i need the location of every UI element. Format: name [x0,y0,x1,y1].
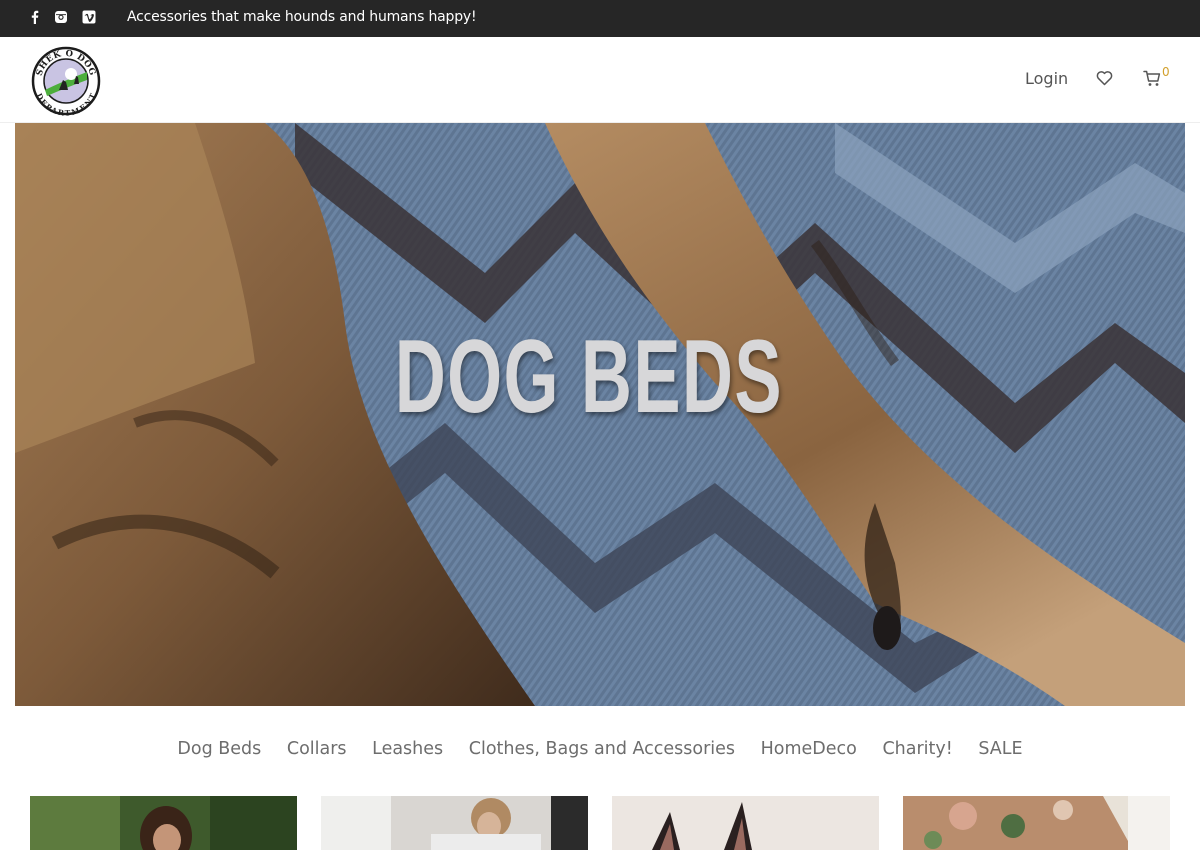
tagline: Accessories that make hounds and humans … [127,9,477,25]
login-link[interactable]: Login [1025,69,1068,88]
category-nav: Dog Beds Collars Leashes Clothes, Bags a… [0,739,1200,759]
category-sale[interactable]: SALE [978,739,1022,759]
hero-banner[interactable]: DOG BEDS [15,123,1185,706]
floral-cushion-photo [903,796,1170,850]
category-charity[interactable]: Charity! [882,739,952,759]
top-bar: Accessories that make hounds and humans … [0,0,1200,37]
product-thumbnail[interactable] [321,796,588,850]
vimeo-icon[interactable] [82,10,96,24]
product-thumbnail[interactable] [903,796,1170,850]
shek-o-dog-logo[interactable]: SHEK O DOG DEPARTMENT [31,46,101,116]
site-header: SHEK O DOG DEPARTMENT Login 0 [0,37,1200,123]
category-homedeco[interactable]: HomeDeco [761,739,857,759]
product-thumbnail[interactable] [30,796,297,850]
instagram-icon[interactable] [54,10,68,24]
hero-title: DOG BEDS [394,319,783,435]
woman-outdoors-photo [30,796,297,850]
shopping-cart-icon[interactable] [1143,70,1161,87]
cart-count-badge: 0 [1162,65,1170,79]
dog-ears-photo [612,796,879,850]
wishlist-heart-icon[interactable] [1096,70,1113,86]
category-dog-beds[interactable]: Dog Beds [177,739,261,759]
category-clothes-bags-accessories[interactable]: Clothes, Bags and Accessories [469,739,735,759]
product-thumbnail[interactable] [612,796,879,850]
category-collars[interactable]: Collars [287,739,347,759]
facebook-icon[interactable] [28,10,42,24]
woman-sewing-photo [321,796,588,850]
category-leashes[interactable]: Leashes [372,739,443,759]
